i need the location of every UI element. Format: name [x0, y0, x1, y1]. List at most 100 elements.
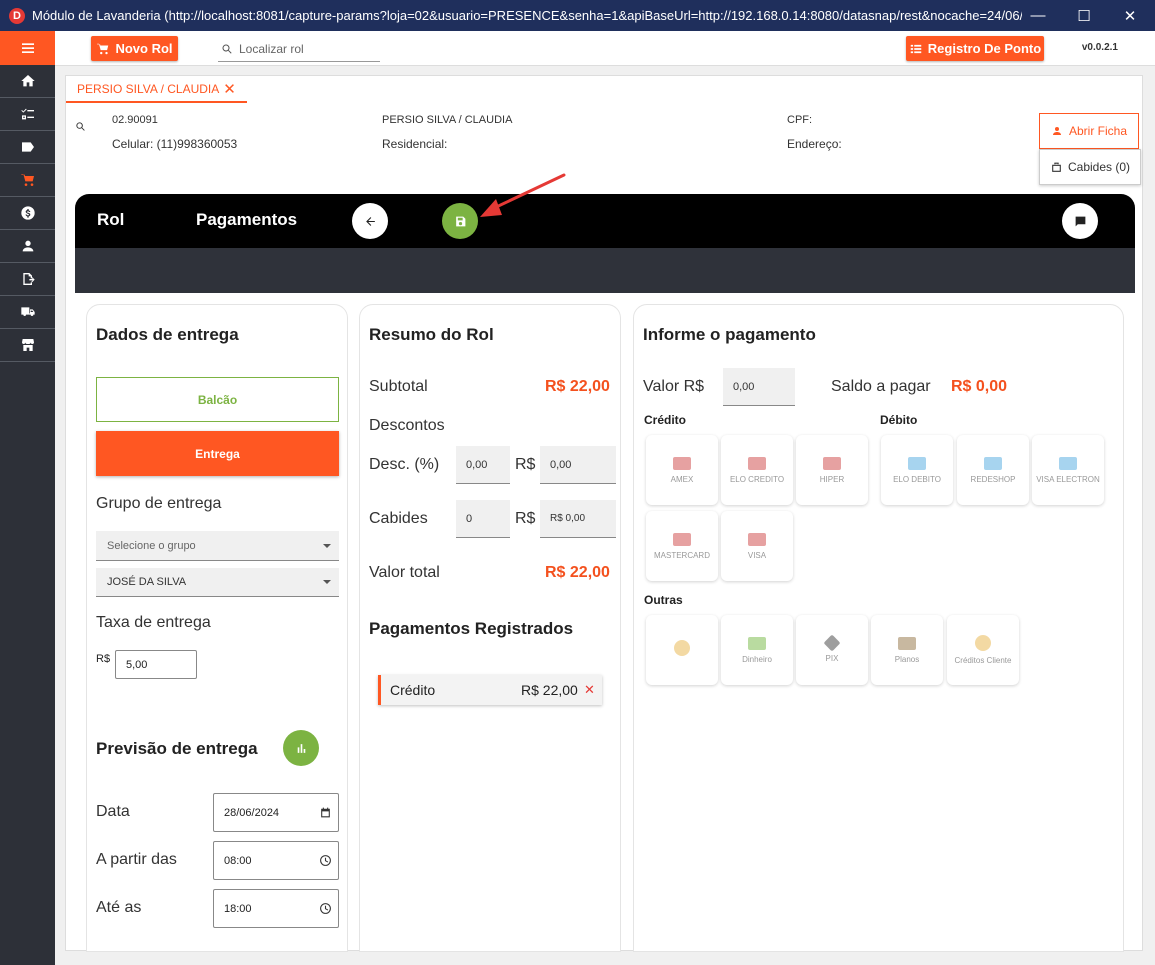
payment-elo-credito[interactable]: ELO CREDITO	[721, 435, 793, 505]
payment-elo-debito[interactable]: ELO DEBITO	[881, 435, 953, 505]
hangers-qty-input[interactable]: 0	[456, 500, 510, 538]
search-icon	[222, 44, 232, 54]
cart-icon	[20, 174, 34, 186]
until-time-value: 18:00	[224, 902, 252, 915]
new-rol-button[interactable]: Novo Rol	[91, 36, 178, 61]
close-window-button[interactable]: ✕	[1107, 0, 1153, 31]
search-icon[interactable]	[75, 121, 86, 132]
payment-mastercard[interactable]: MASTERCARD	[646, 511, 718, 581]
dollar-icon	[20, 206, 35, 220]
debit-card-icon	[1059, 456, 1077, 470]
delivery-title: Dados de entrega	[96, 325, 239, 344]
fee-input[interactable]: 5,00	[115, 650, 197, 679]
fee-label: Taxa de entrega	[96, 614, 211, 631]
fee-currency: R$	[96, 653, 111, 665]
payment-redeshop[interactable]: REDESHOP	[957, 435, 1029, 505]
remove-payment-icon[interactable]: ✕	[584, 682, 595, 698]
delivery-card: Dados de entrega Balcão Entrega Grupo de…	[86, 304, 348, 952]
desc-pct-input[interactable]: 0,00	[456, 446, 510, 484]
counter-option-button[interactable]: Balcão	[96, 377, 339, 422]
tab-client[interactable]: PERSIO SILVA / CLAUDIA ✕	[66, 76, 247, 103]
person-select[interactable]: JOSÉ DA SILVA	[96, 568, 339, 597]
payment-header: Rol Pagamentos	[75, 194, 1135, 248]
sidebar-item-clients[interactable]	[0, 230, 55, 263]
until-time-input[interactable]: 18:00	[213, 889, 339, 928]
sidebar-item-store[interactable]	[0, 329, 55, 362]
person-select-value: JOSÉ DA SILVA	[107, 576, 187, 588]
window-title: Módulo de Lavanderia (http://localhost:8…	[32, 8, 1022, 23]
payment-cash[interactable]: Dinheiro	[721, 615, 793, 685]
sidebar-item-tags[interactable]	[0, 131, 55, 164]
list-icon	[910, 44, 922, 53]
value-input[interactable]: 0,00	[723, 368, 795, 406]
sidebar-item-delivery[interactable]	[0, 296, 55, 329]
new-rol-label: Novo Rol	[115, 41, 173, 56]
sidebar-item-home[interactable]	[0, 65, 55, 98]
payment-pix[interactable]: PIX	[796, 615, 868, 685]
minimize-button[interactable]: —	[1015, 0, 1061, 31]
delivery-option-button[interactable]: Entrega	[96, 431, 339, 476]
payment-amex-label: AMEX	[670, 474, 694, 484]
until-label: Até as	[96, 899, 142, 916]
sidebar-item-checklist[interactable]	[0, 98, 55, 131]
hangers-button[interactable]: Cabides (0)	[1039, 149, 1141, 185]
sidebar-item-finance[interactable]	[0, 197, 55, 230]
payment-hiper[interactable]: HIPER	[796, 435, 868, 505]
payment-amex[interactable]: AMEX	[646, 435, 718, 505]
payment-other-coin[interactable]	[646, 615, 718, 685]
search-placeholder: Localizar rol	[239, 41, 304, 56]
home-icon	[20, 75, 35, 87]
registro-ponto-button[interactable]: Registro De Ponto	[906, 36, 1044, 61]
close-tab-icon[interactable]: ✕	[223, 80, 236, 98]
discounts-label: Descontos	[369, 417, 445, 434]
chevron-down-icon	[323, 580, 331, 584]
client-name: PERSIO SILVA / CLAUDIA	[382, 114, 513, 126]
group-select[interactable]: Selecione o grupo	[96, 531, 339, 561]
open-file-label: Abrir Ficha	[1068, 124, 1127, 138]
app-logo-icon: D	[9, 7, 25, 24]
balance-value: R$ 0,00	[951, 378, 1008, 395]
date-input[interactable]: 28/06/2024	[213, 793, 339, 832]
hangers-value-input[interactable]: R$ 0,00	[540, 500, 616, 538]
open-file-button[interactable]: Abrir Ficha	[1039, 113, 1139, 149]
payment-visa[interactable]: VISA	[721, 511, 793, 581]
person-icon	[22, 240, 33, 252]
sidebar-item-export[interactable]	[0, 263, 55, 296]
client-code: 02.90091	[112, 114, 158, 126]
payment-redeshop-label: REDESHOP	[970, 474, 1016, 484]
search-input[interactable]: Localizar rol	[218, 36, 380, 62]
payment-plans-label: Planos	[894, 654, 920, 664]
coin-icon	[975, 635, 991, 651]
chat-icon	[1075, 216, 1085, 226]
maximize-button[interactable]: ☐	[1061, 0, 1107, 31]
credit-card-icon	[748, 532, 766, 546]
debit-label: Débito	[880, 413, 918, 427]
payment-card: Informe o pagamento Valor R$ 0,00 Saldo …	[633, 304, 1124, 952]
other-label: Outras	[644, 593, 683, 607]
registered-amount: R$ 22,00	[521, 682, 578, 698]
header-rol: Rol	[97, 210, 125, 229]
payment-elo-credito-label: ELO CREDITO	[729, 474, 785, 484]
annotation-arrow-icon	[480, 173, 566, 217]
truck-icon	[20, 307, 35, 316]
desc-value-input[interactable]: 0,00	[540, 446, 616, 484]
chart-button[interactable]	[283, 730, 319, 766]
from-time-input[interactable]: 08:00	[213, 841, 339, 880]
storefront-icon	[21, 339, 34, 351]
registered-method: Crédito	[390, 682, 436, 698]
payment-cash-label: Dinheiro	[742, 654, 772, 664]
debit-card-icon	[908, 456, 926, 470]
tab-label: PERSIO SILVA / CLAUDIA	[77, 81, 220, 96]
payment-visa-electron[interactable]: VISA ELECTRON	[1032, 435, 1104, 505]
payment-client-credits[interactable]: Créditos Cliente	[947, 615, 1019, 685]
value-label: Valor R$	[643, 378, 705, 395]
client-address: Endereço:	[787, 137, 842, 151]
registro-ponto-label: Registro De Ponto	[927, 41, 1042, 56]
back-button[interactable]	[352, 203, 388, 239]
date-value: 28/06/2024	[224, 806, 280, 819]
comment-button[interactable]	[1062, 203, 1098, 239]
from-label: A partir das	[96, 851, 177, 868]
menu-icon[interactable]	[0, 31, 55, 65]
payment-plans[interactable]: Planos	[871, 615, 943, 685]
sidebar-item-cart[interactable]	[0, 164, 55, 197]
